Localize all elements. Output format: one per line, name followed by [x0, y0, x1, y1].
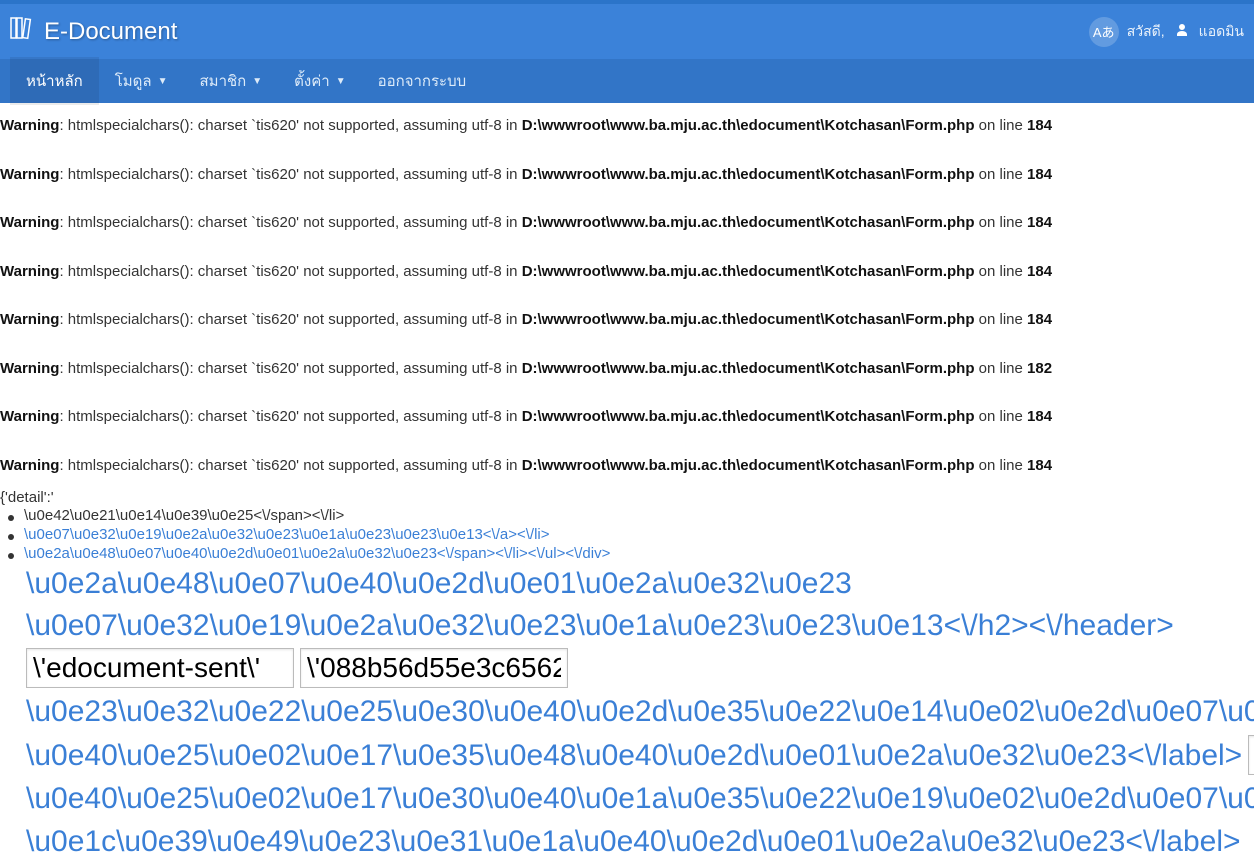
- brand[interactable]: E-Document: [10, 15, 177, 48]
- label-row-detail: \u0e23\u0e32\u0e22\u0e25\u0e30\u0e40\u0e…: [0, 690, 1254, 733]
- label-row-docnum: \u0e40\u0e25\u0e02\u0e17\u0e35\u0e48\u0e…: [0, 733, 1254, 777]
- bullet-link[interactable]: \u0e2a\u0e48\u0e07\u0e40\u0e2d\u0e01\u0e…: [24, 545, 610, 562]
- user-icon: [1175, 23, 1189, 40]
- chevron-down-icon: ▼: [336, 76, 346, 87]
- warning-line: Warning: htmlspecialchars(): charset `ti…: [0, 113, 1254, 140]
- bullet-dot: [8, 534, 14, 540]
- chevron-down-icon: ▼: [158, 76, 168, 87]
- nav-home[interactable]: หน้าหลัก: [10, 57, 99, 105]
- input-row: [0, 646, 1254, 690]
- label-detail-b[interactable]: \u0e40\u0e2d: [1219, 692, 1254, 731]
- header-right: Aあ สวัสดี, แอดมิน: [1089, 17, 1244, 47]
- warning-line: Warning: htmlspecialchars(): charset `ti…: [0, 210, 1254, 237]
- bullet-list: \u0e42\u0e21\u0e14\u0e39\u0e25<\/span><\…: [0, 506, 1254, 563]
- greeting-text: สวัสดี,: [1127, 21, 1165, 43]
- label-row-regnum[interactable]: \u0e40\u0e25\u0e02\u0e17\u0e30\u0e40\u0e…: [0, 777, 1254, 820]
- bullet-item: \u0e42\u0e21\u0e14\u0e39\u0e25<\/span><\…: [0, 506, 1254, 525]
- bullet-dot: [8, 553, 14, 559]
- brand-title: E-Document: [44, 18, 177, 46]
- bullet-item: \u0e2a\u0e48\u0e07\u0e40\u0e2d\u0e01\u0e…: [0, 544, 1254, 563]
- bullet-dot: [8, 515, 14, 521]
- username: แอดมิน: [1199, 21, 1244, 43]
- nav-logout[interactable]: ออกจากระบบ: [362, 57, 483, 105]
- detail-brace: {'detail':': [0, 489, 1254, 506]
- warning-line: Warning: htmlspecialchars(): charset `ti…: [0, 259, 1254, 286]
- language-button[interactable]: Aあ: [1089, 17, 1119, 47]
- navbar: หน้าหลัก โมดูล▼ สมาชิก▼ ตั้งค่า▼ ออกจากร…: [0, 59, 1254, 103]
- warning-block: Warning: htmlspecialchars(): charset `ti…: [0, 103, 1254, 489]
- bullet-item: \u0e07\u0e32\u0e19\u0e2a\u0e32\u0e23\u0e…: [0, 525, 1254, 544]
- books-icon: [10, 15, 38, 48]
- module-input[interactable]: [26, 648, 294, 688]
- label-row-receiver[interactable]: \u0e1c\u0e39\u0e49\u0e23\u0e31\u0e1a\u0e…: [0, 820, 1254, 863]
- broken-heading-1[interactable]: \u0e2a\u0e48\u0e07\u0e40\u0e2d\u0e01\u0e…: [0, 563, 1254, 605]
- warning-line: Warning: htmlspecialchars(): charset `ti…: [0, 356, 1254, 383]
- bullet-link[interactable]: \u0e07\u0e32\u0e19\u0e2a\u0e32\u0e23\u0e…: [24, 526, 550, 543]
- nav-member[interactable]: สมาชิก▼: [184, 57, 279, 105]
- label-detail[interactable]: \u0e23\u0e32\u0e22\u0e25\u0e30\u0e40\u0e…: [26, 692, 1219, 731]
- token-input[interactable]: [300, 648, 568, 688]
- warning-line: Warning: htmlspecialchars(): charset `ti…: [0, 162, 1254, 189]
- chevron-down-icon: ▼: [252, 76, 262, 87]
- docnum-input[interactable]: [1248, 735, 1254, 775]
- content: Warning: htmlspecialchars(): charset `ti…: [0, 103, 1254, 863]
- header: E-Document Aあ สวัสดี, แอดมิน: [0, 4, 1254, 59]
- bullet-text: \u0e42\u0e21\u0e14\u0e39\u0e25<\/span><\…: [24, 507, 344, 524]
- warning-line: Warning: htmlspecialchars(): charset `ti…: [0, 307, 1254, 334]
- label-docnum[interactable]: \u0e40\u0e25\u0e02\u0e17\u0e35\u0e48\u0e…: [26, 736, 1242, 775]
- warning-line: Warning: htmlspecialchars(): charset `ti…: [0, 453, 1254, 480]
- nav-setting[interactable]: ตั้งค่า▼: [278, 57, 361, 105]
- nav-module[interactable]: โมดูล▼: [99, 57, 184, 105]
- broken-heading-2[interactable]: \u0e07\u0e32\u0e19\u0e2a\u0e32\u0e23\u0e…: [0, 605, 1254, 647]
- warning-line: Warning: htmlspecialchars(): charset `ti…: [0, 404, 1254, 431]
